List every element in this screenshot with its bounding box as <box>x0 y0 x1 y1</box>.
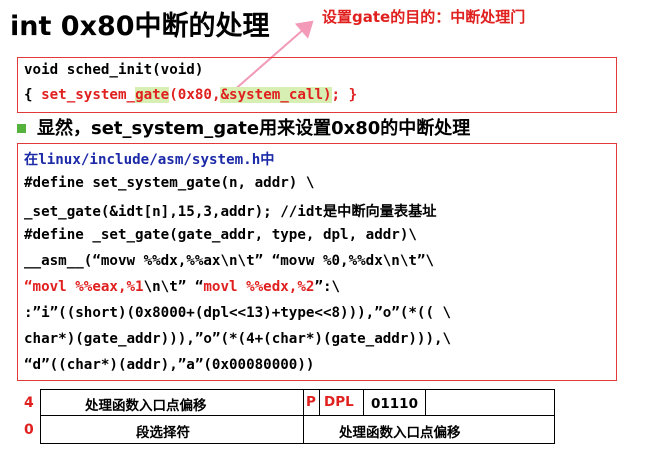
cell-type-bits: 01110 <box>371 396 418 412</box>
code-asm-line4: char*)(gate_addr))),”o”(*(4+(char*)(gate… <box>24 331 452 347</box>
gate-descriptor-table: 处理函数入口点偏移 P DPL 01110 段选择符 处理函数入口点偏移 <box>40 389 555 444</box>
code-quote: “ <box>24 279 33 295</box>
sched-init-code-box: void sched_init(void) { set_system_gate(… <box>17 57 617 113</box>
section-heading: 显然，set_system_gate用来设置0x80的中断处理 <box>37 118 471 139</box>
cell-entry-offset-low: 处理函数入口点偏移 <box>339 425 461 441</box>
table-row-label-0: 0 <box>24 422 34 438</box>
code-file-path: 在linux/include/asm/system.h中 <box>24 152 275 168</box>
macro-code-box: 在linux/include/asm/system.h中 #define set… <box>17 143 617 381</box>
code-arg-0x80: (0x80, <box>169 87 221 103</box>
table-col-divider-main <box>303 390 304 443</box>
code-close: ; } <box>331 87 358 103</box>
cell-segment-selector: 段选择符 <box>136 425 190 441</box>
code-brace: { <box>24 87 42 103</box>
code-movl-edx: movl %%edx,%2 <box>203 279 315 295</box>
code-fn-gate: gate <box>135 87 170 103</box>
code-line-sched-init: void sched_init(void) <box>24 62 204 78</box>
code-asm-end: ”:\ <box>314 279 341 295</box>
table-col-divider-bits <box>425 390 426 415</box>
table-row-divider <box>41 415 554 416</box>
bullet-icon <box>17 124 26 133</box>
code-movl-eax: movl %%eax,%1 <box>32 279 144 295</box>
code-define-set-gate: #define _set_gate(gate_addr, type, dpl, … <box>24 227 417 243</box>
code-asm-line2: “movl %%eax,%1\n\t” “movl %%edx,%2”:\ <box>24 279 340 295</box>
code-asm-line5: “d”((char*)(addr),”a”(0x00080000)) <box>24 357 315 373</box>
code-arg-system-call: &system_call) <box>220 87 332 103</box>
code-define-set-system-gate: #define set_system_gate(n, addr) \ <box>24 175 315 191</box>
cell-p: P <box>306 394 316 410</box>
code-set-gate-call: _set_gate(&idt[n],15,3,addr); //idt是中断向量… <box>24 204 437 220</box>
code-newline-sep: \n\t” “ <box>143 279 204 295</box>
code-asm-line1: __asm__(“movw %%dx,%%ax\n\t” “movw %0,%%… <box>24 253 434 269</box>
annotation-label: 设置gate的目的：中断处理门 <box>322 8 526 26</box>
table-col-divider-p <box>319 390 320 415</box>
cell-dpl: DPL <box>324 394 354 410</box>
table-col-divider-dpl <box>363 390 364 415</box>
cell-entry-offset-high: 处理函数入口点偏移 <box>85 398 207 414</box>
code-asm-line3: :”i”((short)(0x8000+(dpl<<13)+type<<8)))… <box>24 305 452 321</box>
code-line-set-system-gate-call: { set_system_gate(0x80,&system_call); } <box>24 87 357 103</box>
code-fn-name: set_system_ <box>41 87 136 103</box>
table-row-label-4: 4 <box>24 395 34 411</box>
